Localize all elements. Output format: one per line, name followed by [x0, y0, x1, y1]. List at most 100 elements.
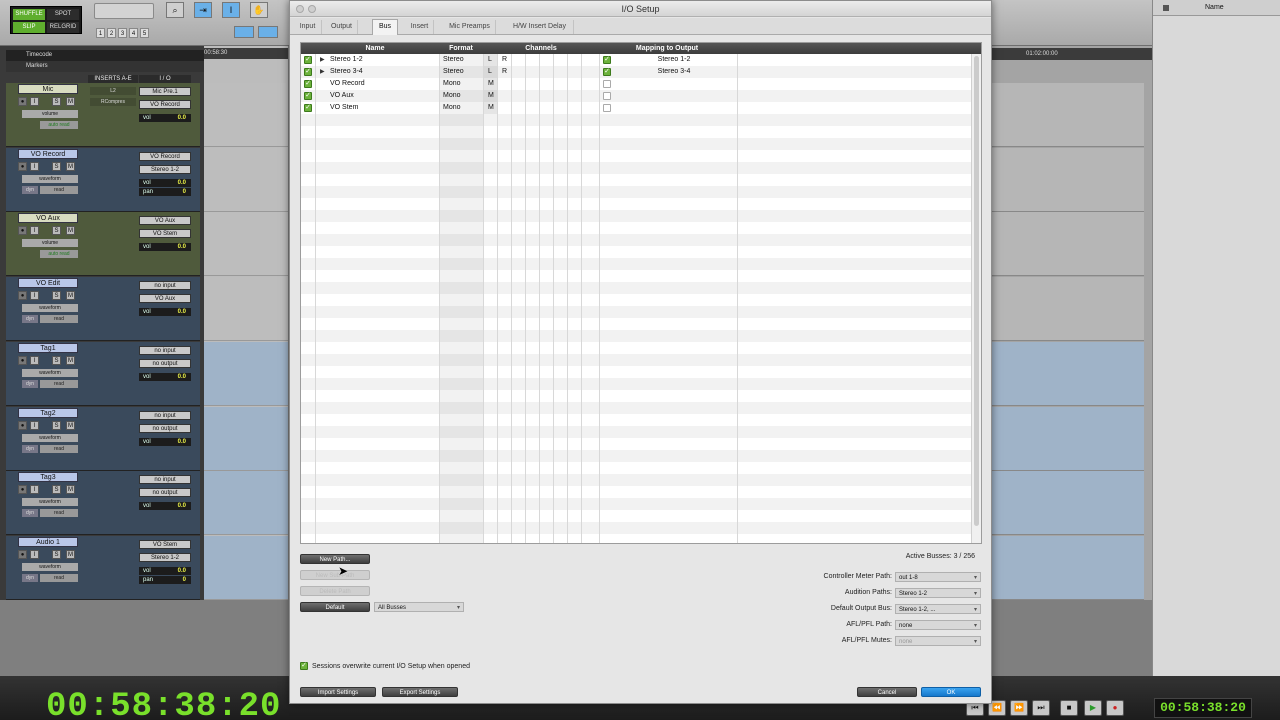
- mode-shuffle[interactable]: SHUFFLE: [13, 9, 45, 20]
- dyn-button[interactable]: dyn: [22, 573, 38, 582]
- track-lane-right-1[interactable]: [992, 147, 1144, 212]
- track-view-select[interactable]: waveform: [22, 174, 78, 183]
- pref-select[interactable]: Stereo 1-2, ...: [895, 604, 981, 615]
- volume-readout[interactable]: vol 0.0: [139, 178, 191, 187]
- bus-active-checkbox[interactable]: ✓: [304, 80, 312, 88]
- track-view-select[interactable]: waveform: [22, 562, 78, 571]
- dyn-button[interactable]: dyn: [22, 315, 38, 324]
- column-channels[interactable]: Channels: [483, 43, 599, 54]
- track-view-select[interactable]: waveform: [22, 304, 78, 313]
- pref-select[interactable]: none: [895, 620, 981, 631]
- trim-tool-icon[interactable]: ⇥: [194, 2, 212, 18]
- pref-select[interactable]: out 1-8: [895, 572, 981, 583]
- column-format[interactable]: Format: [439, 43, 483, 54]
- mapping-checkbox[interactable]: ✓: [603, 56, 611, 64]
- track-lane-7[interactable]: [204, 535, 288, 600]
- automation-mode-select[interactable]: auto read: [40, 250, 78, 259]
- track-name[interactable]: VO Aux: [18, 213, 78, 224]
- stop-icon[interactable]: ■: [1060, 700, 1078, 716]
- record-enable-icon[interactable]: ●: [18, 420, 27, 430]
- track-name[interactable]: Audio 1: [18, 536, 78, 547]
- mode-slip[interactable]: SLIP: [13, 22, 45, 33]
- close-window-icon[interactable]: [296, 5, 304, 13]
- delete-path-button[interactable]: Delete Path: [300, 586, 370, 596]
- automation-mode-select[interactable]: read: [40, 444, 78, 453]
- bus-row[interactable]: ✓ VO Stem Mono M: [301, 102, 971, 114]
- mode-grid[interactable]: RELGRID: [47, 22, 79, 33]
- track-output-select[interactable]: VO Stem: [139, 229, 191, 239]
- volume-readout[interactable]: vol 0.0: [139, 502, 191, 511]
- column-name[interactable]: Name: [311, 43, 439, 54]
- zoom-preset-2[interactable]: 2: [107, 28, 116, 38]
- bus-channel-left[interactable]: M: [488, 102, 494, 114]
- track-5[interactable]: Tag2 ● I S Mwaveform dyn read no input no output…: [6, 406, 200, 471]
- tab-mic-preamps[interactable]: Mic Preamps: [444, 20, 496, 34]
- default-scope-select[interactable]: All Busses: [374, 602, 464, 613]
- bus-format[interactable]: Stereo: [443, 54, 464, 66]
- tab-insert[interactable]: Insert: [406, 20, 434, 34]
- track-output-select[interactable]: VO Aux: [139, 294, 191, 304]
- track-lane-right-5[interactable]: [992, 406, 1144, 471]
- tab-hw-insert-delay[interactable]: H/W Insert Delay: [506, 20, 574, 34]
- table-scrollbar[interactable]: [971, 54, 981, 543]
- bus-active-checkbox[interactable]: ✓: [304, 104, 312, 112]
- keyboard-focus-icon[interactable]: [258, 26, 278, 38]
- insert-slot-b[interactable]: RCompres: [90, 98, 136, 106]
- track-output-select[interactable]: Stereo 1-2: [139, 552, 191, 562]
- automation-mode-select[interactable]: read: [40, 185, 78, 194]
- sessions-overwrite-checkbox[interactable]: ✓: [300, 662, 308, 670]
- record-enable-icon[interactable]: ●: [18, 161, 27, 171]
- track-0[interactable]: Mic ● I S Mvolume auto read L2 RCompres Mic Pre.…: [6, 83, 200, 147]
- input-monitor-icon[interactable]: I: [30, 420, 39, 430]
- default-button[interactable]: Default: [300, 602, 370, 612]
- track-name[interactable]: VO Edit: [18, 278, 78, 289]
- new-path-button[interactable]: New Path...: [300, 554, 370, 564]
- record-enable-icon[interactable]: ●: [18, 97, 27, 106]
- track-4[interactable]: Tag1 ● I S Mwaveform dyn read no input no output…: [6, 341, 200, 406]
- track-input-select[interactable]: VO Record: [139, 151, 191, 161]
- mute-button[interactable]: M: [66, 291, 75, 301]
- track-lane-1[interactable]: [204, 147, 288, 212]
- record-enable-icon[interactable]: ●: [18, 549, 27, 559]
- bus-active-checkbox[interactable]: ✓: [304, 68, 312, 76]
- record-enable-icon[interactable]: ●: [18, 291, 27, 301]
- record-icon[interactable]: ●: [1106, 700, 1124, 716]
- pref-select[interactable]: none: [895, 636, 981, 647]
- play-icon[interactable]: ▶: [1084, 700, 1102, 716]
- solo-button[interactable]: S: [52, 226, 61, 236]
- track-output-select[interactable]: Stereo 1-2: [139, 164, 191, 174]
- track-output-select[interactable]: no output: [139, 423, 191, 433]
- bus-channel-right[interactable]: R: [502, 66, 507, 78]
- track-lane-6[interactable]: [204, 471, 288, 536]
- track-input-select[interactable]: VO Stem: [139, 539, 191, 549]
- automation-mode-select[interactable]: read: [40, 573, 78, 582]
- automation-mode-select[interactable]: read: [40, 315, 78, 324]
- mapping-output[interactable]: Stereo 1-2: [619, 54, 729, 66]
- bus-active-checkbox[interactable]: ✓: [304, 56, 312, 64]
- tab-bus[interactable]: Bus: [372, 19, 398, 35]
- pref-select[interactable]: Stereo 1-2: [895, 588, 981, 599]
- track-name[interactable]: Tag3: [18, 472, 78, 483]
- track-output-select[interactable]: no output: [139, 488, 191, 498]
- insert-slot-a[interactable]: L2: [90, 87, 136, 95]
- track-lane-right-7[interactable]: [992, 535, 1144, 600]
- selector-tool-icon[interactable]: I: [222, 2, 240, 18]
- bus-row[interactable]: ✓ VO Aux Mono M: [301, 90, 971, 102]
- track-3[interactable]: VO Edit ● I S Mwaveform dyn read no input VO Aux…: [6, 277, 200, 342]
- input-monitor-icon[interactable]: I: [30, 226, 39, 236]
- automation-mode-select[interactable]: read: [40, 509, 78, 518]
- solo-button[interactable]: S: [52, 420, 61, 430]
- volume-readout[interactable]: vol 0.0: [139, 308, 191, 317]
- bus-row[interactable]: ✓ ▶ Stereo 3-4 Stereo L R ✓ Stereo 3-4: [301, 66, 971, 78]
- zoom-preset-4[interactable]: 4: [129, 28, 138, 38]
- zoom-preset-3[interactable]: 3: [118, 28, 127, 38]
- volume-readout[interactable]: vol 0.0: [139, 372, 191, 381]
- mute-button[interactable]: M: [66, 420, 75, 430]
- mute-button[interactable]: M: [66, 161, 75, 171]
- scrollbar-thumb[interactable]: [974, 56, 979, 526]
- solo-button[interactable]: S: [52, 291, 61, 301]
- expand-arrow-icon[interactable]: ▶: [320, 68, 325, 75]
- pan-readout[interactable]: pan 0: [139, 575, 191, 584]
- bus-row[interactable]: ✓ VO Record Mono M: [301, 78, 971, 90]
- fast-forward-icon[interactable]: ⏩: [1010, 700, 1028, 716]
